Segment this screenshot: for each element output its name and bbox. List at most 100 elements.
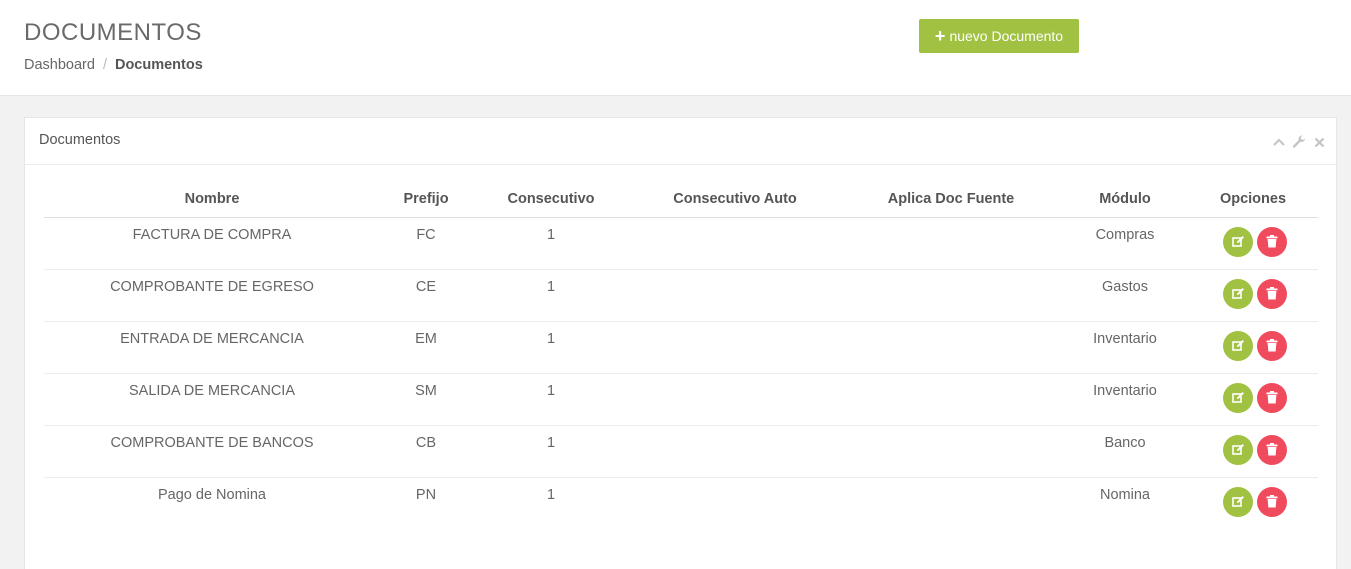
column-header-consecutivo-auto[interactable]: Consecutivo Auto bbox=[630, 183, 840, 218]
trash-icon bbox=[1266, 443, 1278, 456]
cell-opciones bbox=[1188, 269, 1318, 322]
breadcrumb-current: Documentos bbox=[114, 57, 203, 73]
edit-button[interactable] bbox=[1223, 382, 1253, 413]
cell-nombre: ENTRADA DE MERCANCIA bbox=[44, 321, 380, 374]
cell-aplica-doc-fuente bbox=[840, 217, 1062, 270]
trash-icon bbox=[1266, 235, 1278, 248]
cell-consecutivo: 1 bbox=[472, 425, 630, 478]
edit-button[interactable] bbox=[1223, 226, 1253, 257]
table-row: Pago de Nomina PN 1 Nomina bbox=[44, 477, 1318, 529]
row-actions bbox=[1188, 486, 1318, 517]
cell-prefijo: CE bbox=[380, 269, 472, 322]
page-header: DOCUMENTOS Dashboard / Documentos + nuevo … bbox=[0, 0, 1351, 96]
trash-icon bbox=[1266, 339, 1278, 352]
cell-consecutivo-auto bbox=[630, 269, 840, 322]
delete-button[interactable] bbox=[1257, 382, 1287, 413]
plus-icon: + bbox=[934, 26, 946, 46]
edit-icon bbox=[1231, 392, 1244, 403]
cell-opciones bbox=[1188, 321, 1318, 374]
panel-tools bbox=[1272, 135, 1326, 149]
cell-modulo: Nomina bbox=[1100, 486, 1150, 503]
cell-aplica-doc-fuente bbox=[840, 321, 1062, 374]
table-header-row: Nombre Prefijo Consecutivo Consecutivo A… bbox=[44, 183, 1318, 218]
edit-icon bbox=[1231, 496, 1244, 507]
column-header-nombre[interactable]: Nombre bbox=[44, 183, 380, 218]
row-actions bbox=[1188, 330, 1318, 361]
column-header-modulo[interactable]: Módulo bbox=[1062, 183, 1188, 218]
cell-modulo: Inventario bbox=[1062, 373, 1188, 426]
table-row: COMPROBANTE DE BANCOS CB 1 Banco bbox=[44, 425, 1318, 478]
trash-icon bbox=[1266, 287, 1278, 300]
cell-nombre: Pago de Nomina bbox=[157, 486, 266, 503]
table-row: SALIDA DE MERCANCIA SM 1 Inventario bbox=[44, 373, 1318, 426]
edit-button[interactable] bbox=[1223, 278, 1253, 309]
edit-button[interactable] bbox=[1223, 486, 1253, 517]
cell-consecutivo: 1 bbox=[546, 486, 556, 503]
cell-opciones bbox=[1188, 373, 1318, 426]
cell-modulo: Compras bbox=[1062, 217, 1188, 270]
delete-button[interactable] bbox=[1257, 330, 1287, 361]
cell-nombre: FACTURA DE COMPRA bbox=[44, 217, 380, 270]
breadcrumb: Dashboard / Documentos bbox=[24, 57, 203, 73]
panel-heading: Documentos bbox=[25, 118, 1336, 165]
cell-opciones bbox=[1188, 425, 1318, 478]
delete-button[interactable] bbox=[1257, 434, 1287, 465]
new-document-button[interactable]: + nuevo Documento bbox=[919, 19, 1079, 53]
cell-consecutivo: 1 bbox=[472, 217, 630, 270]
wrench-icon[interactable] bbox=[1292, 135, 1306, 149]
cell-consecutivo: 1 bbox=[472, 373, 630, 426]
row-actions bbox=[1188, 278, 1318, 309]
cell-prefijo: SM bbox=[380, 373, 472, 426]
row-actions bbox=[1188, 226, 1318, 257]
cell-aplica-doc-fuente bbox=[840, 425, 1062, 478]
breadcrumb-dashboard-link[interactable]: Dashboard bbox=[24, 57, 95, 73]
documents-panel: Documentos Nombre Prefijo Consecutivo Co… bbox=[24, 117, 1337, 569]
delete-button[interactable] bbox=[1257, 226, 1287, 257]
cell-consecutivo: 1 bbox=[472, 269, 630, 322]
cell-opciones bbox=[1188, 477, 1318, 529]
table-row: FACTURA DE COMPRA FC 1 Compras bbox=[44, 217, 1318, 270]
chevron-up-icon[interactable] bbox=[1272, 135, 1286, 149]
edit-button[interactable] bbox=[1223, 330, 1253, 361]
row-actions bbox=[1188, 382, 1318, 413]
cell-consecutivo: 1 bbox=[472, 321, 630, 374]
table-row: COMPROBANTE DE EGRESO CE 1 Gastos bbox=[44, 269, 1318, 322]
table-body: FACTURA DE COMPRA FC 1 Compras COMPROBANTE D… bbox=[44, 217, 1318, 529]
page-title: DOCUMENTOS bbox=[24, 19, 202, 46]
cell-modulo: Gastos bbox=[1062, 269, 1188, 322]
cell-nombre: COMPROBANTE DE EGRESO bbox=[44, 269, 380, 322]
table-row: ENTRADA DE MERCANCIA EM 1 Inventario bbox=[44, 321, 1318, 374]
column-header-consecutivo[interactable]: Consecutivo bbox=[472, 183, 630, 218]
trash-icon bbox=[1266, 495, 1278, 508]
cell-aplica-doc-fuente bbox=[840, 477, 1062, 529]
cell-modulo: Inventario bbox=[1062, 321, 1188, 374]
edit-icon bbox=[1231, 288, 1244, 299]
cell-prefijo: PN bbox=[415, 486, 437, 503]
cell-consecutivo-auto bbox=[630, 373, 840, 426]
trash-icon bbox=[1266, 391, 1278, 404]
cell-opciones bbox=[1188, 217, 1318, 270]
edit-icon bbox=[1231, 444, 1244, 455]
column-header-aplica-doc-fuente[interactable]: Aplica Doc Fuente bbox=[840, 183, 1062, 218]
cell-prefijo: FC bbox=[380, 217, 472, 270]
cell-nombre: SALIDA DE MERCANCIA bbox=[44, 373, 380, 426]
delete-button[interactable] bbox=[1257, 278, 1287, 309]
row-actions bbox=[1188, 434, 1318, 465]
close-icon[interactable] bbox=[1312, 135, 1326, 149]
delete-button[interactable] bbox=[1257, 486, 1287, 517]
cell-modulo: Banco bbox=[1062, 425, 1188, 478]
cell-consecutivo-auto bbox=[630, 425, 840, 478]
edit-button[interactable] bbox=[1223, 434, 1253, 465]
panel-title: Documentos bbox=[39, 132, 121, 148]
cell-consecutivo-auto bbox=[630, 477, 840, 529]
column-header-opciones: Opciones bbox=[1188, 183, 1318, 218]
documents-table: Nombre Prefijo Consecutivo Consecutivo A… bbox=[44, 183, 1318, 529]
new-document-label: nuevo Documento bbox=[949, 28, 1064, 44]
edit-icon bbox=[1231, 236, 1244, 247]
column-header-prefijo[interactable]: Prefijo bbox=[380, 183, 472, 218]
cell-prefijo: EM bbox=[380, 321, 472, 374]
cell-consecutivo-auto bbox=[630, 321, 840, 374]
cell-nombre: COMPROBANTE DE BANCOS bbox=[44, 425, 380, 478]
cell-consecutivo-auto bbox=[630, 217, 840, 270]
cell-aplica-doc-fuente bbox=[840, 269, 1062, 322]
